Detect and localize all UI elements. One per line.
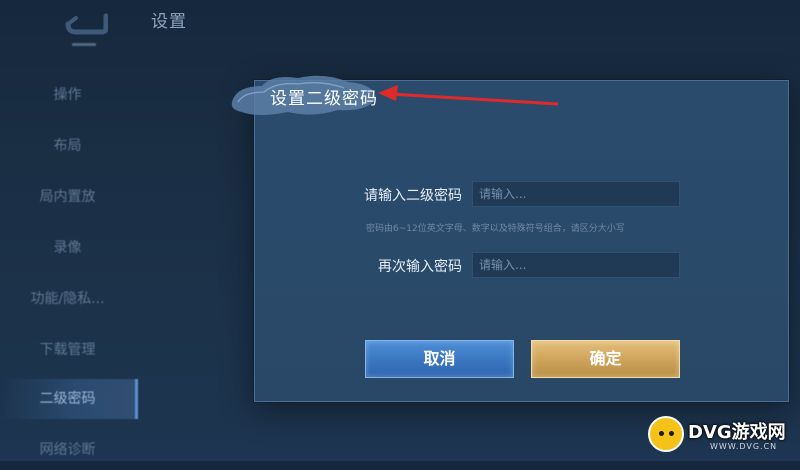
sidebar-cut-item [72, 43, 96, 46]
settings-sidebar: 操作 布局 局内置放 录像 功能/隐私... 下载管理 二级密码 网络诊断 [0, 40, 138, 461]
sidebar-item-privacy[interactable]: 功能/隐私... [0, 279, 135, 319]
annotation-arrow-icon [378, 85, 559, 106]
sidebar-item-operation[interactable]: 操作 [0, 75, 135, 115]
sidebar-item-layout[interactable]: 布局 [0, 126, 135, 166]
watermark-name: DVG游戏网 [688, 422, 786, 443]
sidebar-item-network[interactable]: 网络诊断 [0, 430, 135, 470]
password-input[interactable] [472, 181, 680, 207]
back-arrow-icon[interactable] [62, 10, 108, 36]
confirm-password-label: 再次输入密码 [378, 259, 462, 275]
dialog-title: 设置二级密码 [270, 89, 378, 109]
password-label: 请输入二级密码 [364, 188, 462, 204]
password-hint: 密码由6~12位英文字母、数字以及特殊符号组合，请区分大小写 [366, 224, 625, 234]
sidebar-item-replay[interactable]: 录像 [0, 228, 135, 268]
confirm-password-input[interactable] [472, 252, 680, 278]
sidebar-item-downloads[interactable]: 下载管理 [0, 330, 135, 370]
page-title: 设置 [151, 12, 187, 32]
set-password-dialog [254, 80, 789, 402]
watermark-logo: DVG游戏网 WWW.DVG.CN [648, 412, 796, 458]
gamepad-icon [648, 416, 684, 452]
confirm-button[interactable]: 确定 [531, 340, 680, 378]
cancel-button[interactable]: 取消 [365, 340, 514, 378]
sidebar-item-in-game[interactable]: 局内置放 [0, 177, 135, 217]
watermark-url: WWW.DVG.CN [710, 442, 778, 451]
sidebar-item-secondary-password[interactable]: 二级密码 [0, 379, 138, 419]
